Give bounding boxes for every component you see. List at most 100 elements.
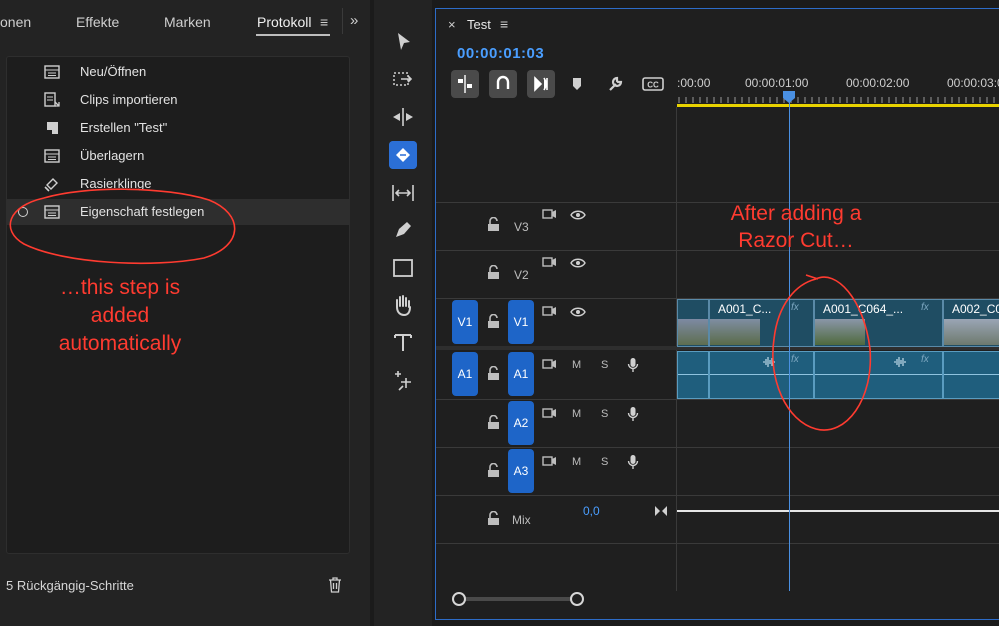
tab-markers[interactable]: Marken	[164, 14, 211, 30]
ripple-edit-icon[interactable]	[389, 103, 417, 131]
sequence-tab[interactable]: Test	[467, 17, 491, 32]
sequence-icon	[44, 149, 60, 163]
double-chevron-right-icon[interactable]: »	[350, 12, 358, 29]
zoom-handle-right[interactable]	[570, 592, 584, 606]
playhead-timecode[interactable]: 00:00:01:03	[457, 45, 544, 62]
ruler-label: 00:00:02:00	[846, 76, 910, 90]
track-target-a1[interactable]: A1	[508, 352, 534, 396]
clip-name: A001_C...	[718, 302, 772, 316]
solo-button[interactable]: S	[601, 359, 608, 371]
track-name: V3	[514, 220, 529, 234]
annotation-line: After adding a	[730, 202, 862, 225]
eye-icon[interactable]	[570, 258, 586, 268]
lock-icon[interactable]	[487, 314, 500, 329]
lock-icon[interactable]	[487, 265, 500, 280]
mute-button[interactable]: M	[572, 456, 581, 468]
source-patch-a1[interactable]: A1	[452, 352, 478, 396]
time-ruler[interactable]	[677, 91, 999, 107]
microphone-icon[interactable]	[627, 454, 639, 470]
fx-badge: fx	[921, 302, 929, 313]
add-marker-icon[interactable]	[570, 76, 584, 92]
track-separator	[436, 202, 999, 203]
audio-clip[interactable]	[943, 351, 999, 399]
snap-magnet-icon[interactable]	[489, 70, 517, 98]
lock-icon[interactable]	[487, 463, 500, 478]
audio-waveform-icon	[894, 357, 906, 367]
rectangle-tool-icon[interactable]	[389, 254, 417, 282]
solo-button[interactable]: S	[601, 408, 608, 420]
hand-tool-icon[interactable]	[389, 291, 417, 319]
lock-icon[interactable]	[487, 366, 500, 381]
type-tool-icon[interactable]	[389, 329, 417, 357]
selection-tool-icon[interactable]	[389, 28, 417, 56]
razor-tool-icon[interactable]	[389, 141, 417, 169]
annotation-line: …this step is	[59, 276, 181, 299]
work-area-bar[interactable]	[677, 104, 999, 107]
audio-clip-fragment[interactable]	[677, 351, 709, 399]
fx-badge: fx	[921, 354, 929, 365]
track-target-a3[interactable]: A3	[508, 449, 534, 493]
annotation-line: automatically	[58, 332, 182, 355]
source-patch-v1[interactable]: V1	[452, 300, 478, 344]
zoom-handle-left[interactable]	[452, 592, 466, 606]
ruler-label: :00:00	[677, 76, 711, 90]
close-icon[interactable]: ×	[448, 17, 456, 32]
mute-button[interactable]: M	[572, 408, 581, 420]
history-item-label: Neu/Öffnen	[80, 64, 147, 79]
history-item[interactable]: Erstellen "Test"	[7, 115, 349, 141]
tab-options[interactable]: onen	[0, 14, 31, 30]
track-select-forward-icon[interactable]	[389, 66, 417, 94]
sync-lock-icon[interactable]	[542, 456, 557, 468]
tab-effects[interactable]: Effekte	[76, 14, 119, 30]
annotation-circle-right	[772, 274, 872, 431]
mix-track-label: Mix	[512, 513, 531, 527]
video-clip[interactable]: A002_C0	[943, 299, 999, 347]
history-item[interactable]: Überlagern	[7, 143, 349, 169]
mix-volume-value[interactable]: 0,0	[583, 504, 600, 518]
hamburger-icon[interactable]: ≡	[500, 16, 508, 32]
microphone-icon[interactable]	[627, 357, 639, 373]
slip-tool-icon[interactable]	[389, 179, 417, 207]
mix-end-icon[interactable]	[654, 505, 668, 517]
sequence-icon	[44, 65, 60, 79]
linked-selection-icon[interactable]	[527, 70, 555, 98]
tab-history[interactable]: Protokoll	[257, 14, 311, 30]
audio-waveform-line	[678, 374, 708, 375]
audio-waveform-line	[944, 374, 999, 375]
track-separator	[436, 250, 999, 251]
pen-tool-icon[interactable]	[389, 216, 417, 244]
import-icon	[44, 92, 60, 107]
ruler-label: 00:00:01:00	[745, 76, 809, 90]
zoom-scrollbar[interactable]	[456, 597, 576, 601]
captions-icon[interactable]: CC	[642, 77, 664, 91]
history-item[interactable]: Neu/Öffnen	[7, 59, 349, 85]
microphone-icon[interactable]	[627, 406, 639, 422]
lock-icon[interactable]	[487, 511, 500, 526]
sync-lock-icon[interactable]	[542, 306, 557, 318]
sync-lock-icon[interactable]	[542, 408, 557, 420]
ruler-label: 00:00:03:0	[947, 76, 999, 90]
solo-button[interactable]: S	[601, 456, 608, 468]
track-target-a2[interactable]: A2	[508, 401, 534, 445]
sync-lock-icon[interactable]	[542, 257, 557, 269]
trash-icon[interactable]	[328, 577, 342, 593]
hamburger-icon[interactable]: ≡	[320, 14, 328, 30]
clip-name: A002_C0	[952, 302, 999, 316]
history-item[interactable]: Clips importieren	[7, 87, 349, 113]
video-clip-fragment[interactable]	[677, 299, 709, 347]
lock-icon[interactable]	[487, 217, 500, 232]
mix-volume-line[interactable]	[677, 510, 999, 512]
clip-thumbnail	[944, 319, 999, 345]
remix-tool-icon[interactable]	[389, 366, 417, 394]
lock-icon[interactable]	[487, 415, 500, 430]
wrench-icon[interactable]	[606, 75, 624, 93]
eye-icon[interactable]	[570, 307, 586, 317]
eye-icon[interactable]	[570, 210, 586, 220]
history-panel: onen Effekte Marken Protokoll ≡ » Neu/Öf…	[0, 0, 370, 626]
active-tab-indicator	[256, 34, 330, 36]
sync-lock-icon[interactable]	[542, 209, 557, 221]
nest-toggle-icon[interactable]	[451, 70, 479, 98]
sync-lock-icon[interactable]	[542, 359, 557, 371]
mute-button[interactable]: M	[572, 359, 581, 371]
track-target-v1[interactable]: V1	[508, 300, 534, 344]
